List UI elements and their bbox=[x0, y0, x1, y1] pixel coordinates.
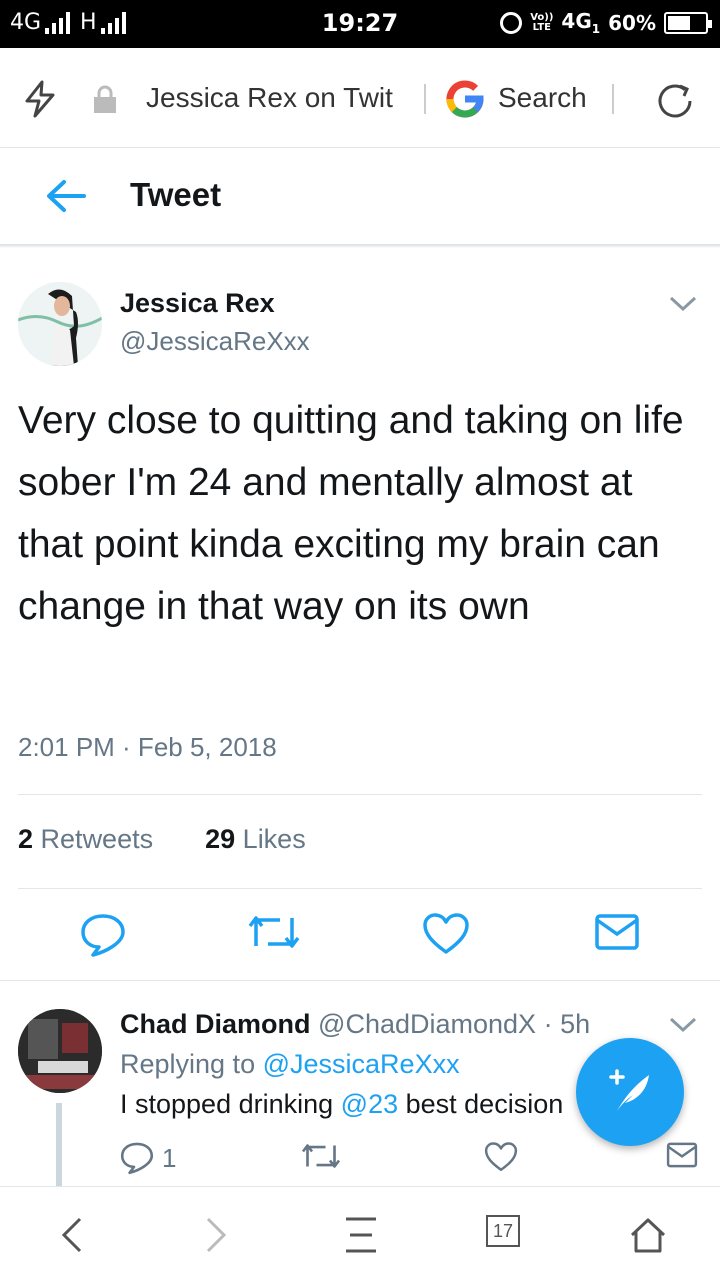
reply-text-before: I stopped drinking bbox=[120, 1089, 334, 1119]
chevron-down-icon[interactable] bbox=[668, 1015, 698, 1040]
avatar[interactable] bbox=[18, 1009, 102, 1093]
reply-action[interactable]: 1 bbox=[120, 1141, 176, 1175]
compose-feather-icon bbox=[603, 1063, 657, 1122]
tweet-actions bbox=[0, 898, 720, 978]
refresh-icon[interactable] bbox=[654, 80, 696, 127]
author-handle[interactable]: @JessicaReXxx bbox=[120, 326, 310, 357]
likes-stat[interactable]: 29 Likes bbox=[205, 824, 306, 854]
network-right-label: 4G1 bbox=[561, 9, 600, 36]
menu-icon[interactable] bbox=[344, 1215, 378, 1260]
forward-icon[interactable] bbox=[204, 1215, 230, 1260]
browser-toolbar: Jessica Rex on Twit Search bbox=[0, 48, 720, 148]
tweet-stats: 2 Retweets 29 Likes bbox=[18, 824, 306, 855]
reply-author-name[interactable]: Chad Diamond bbox=[120, 1009, 311, 1039]
reply-header: Chad Diamond @ChadDiamondX · 5h bbox=[120, 1009, 590, 1040]
status-bar: 4G H 19:27 Vo)) LTE 4G1 60% bbox=[0, 0, 720, 48]
page-header: Tweet bbox=[0, 148, 720, 246]
likes-count: 29 bbox=[205, 824, 236, 854]
replying-to: Replying to @JessicaReXxx bbox=[120, 1049, 460, 1080]
reply-icon[interactable] bbox=[80, 912, 126, 963]
search-label[interactable]: Search bbox=[498, 82, 587, 114]
likes-label: Likes bbox=[242, 824, 306, 854]
compose-tweet-button[interactable] bbox=[576, 1038, 684, 1146]
thread-line bbox=[56, 1103, 62, 1193]
network-right-sub: 1 bbox=[591, 22, 601, 36]
alarm-icon bbox=[500, 11, 523, 34]
tabs-counter[interactable]: 17 bbox=[486, 1215, 520, 1247]
lightning-icon[interactable] bbox=[22, 80, 58, 123]
heart-icon[interactable] bbox=[484, 1141, 518, 1178]
google-icon[interactable] bbox=[444, 78, 486, 125]
page-title: Tweet bbox=[130, 176, 222, 213]
avatar[interactable] bbox=[18, 282, 102, 366]
battery-icon bbox=[664, 11, 712, 34]
tweet-text: Very close to quitting and taking on lif… bbox=[18, 399, 684, 628]
reply-author-handle[interactable]: @ChadDiamondX bbox=[318, 1009, 536, 1039]
retweet-icon[interactable] bbox=[246, 912, 302, 957]
heart-icon[interactable] bbox=[422, 912, 470, 961]
reply-time: 5h bbox=[560, 1009, 591, 1039]
reply-text: I stopped drinking @23 best decision bbox=[120, 1089, 580, 1120]
home-icon[interactable] bbox=[628, 1215, 668, 1260]
retweets-stat[interactable]: 2 Retweets bbox=[18, 824, 153, 854]
reply-count: 1 bbox=[162, 1142, 177, 1173]
retweets-count: 2 bbox=[18, 824, 34, 854]
browser-bottom-nav: 17 bbox=[0, 1186, 720, 1280]
author-name[interactable]: Jessica Rex bbox=[120, 288, 275, 319]
volte-bottom: LTE bbox=[532, 21, 551, 33]
separator-dot: · bbox=[543, 1009, 553, 1039]
divider bbox=[424, 84, 426, 114]
tweet-timestamp: 2:01 PM · Feb 5, 2018 bbox=[18, 732, 277, 762]
mention-link[interactable]: @23 bbox=[341, 1089, 398, 1119]
message-icon[interactable] bbox=[594, 912, 640, 957]
replying-to-link[interactable]: @JessicaReXxx bbox=[263, 1049, 460, 1079]
replying-prefix: Replying to bbox=[120, 1049, 256, 1079]
divider bbox=[18, 888, 702, 889]
reply-text-after: best decision bbox=[405, 1089, 564, 1119]
volte-icon: Vo)) LTE bbox=[530, 12, 553, 33]
battery-percent: 60% bbox=[608, 10, 656, 35]
lock-icon bbox=[92, 84, 118, 119]
retweet-icon[interactable] bbox=[300, 1141, 342, 1176]
back-arrow-icon[interactable] bbox=[44, 178, 86, 219]
back-icon[interactable] bbox=[58, 1215, 84, 1260]
status-right: Vo)) LTE 4G1 60% bbox=[500, 9, 712, 36]
retweets-label: Retweets bbox=[40, 824, 154, 854]
divider bbox=[18, 794, 702, 795]
message-icon[interactable] bbox=[666, 1141, 698, 1174]
divider bbox=[612, 84, 614, 114]
chevron-down-icon[interactable] bbox=[668, 294, 698, 319]
network-right-text: 4G bbox=[561, 9, 592, 33]
address-bar-title[interactable]: Jessica Rex on Twit bbox=[146, 82, 408, 114]
